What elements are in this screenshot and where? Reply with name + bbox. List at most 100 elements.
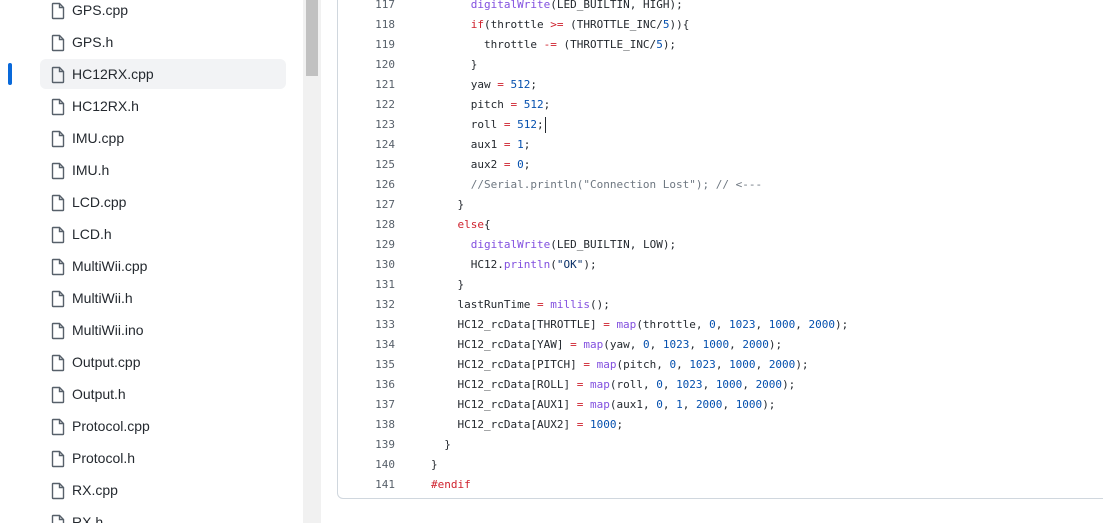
- file-item[interactable]: Protocol.h: [40, 443, 286, 473]
- file-icon: [51, 482, 65, 500]
- code-token: (: [550, 258, 557, 271]
- line-number[interactable]: 131: [338, 275, 395, 295]
- file-item[interactable]: RX.h: [40, 507, 286, 523]
- line-number[interactable]: 128: [338, 215, 395, 235]
- line-number[interactable]: 121: [338, 75, 395, 95]
- code-token: ,: [715, 318, 730, 331]
- file-item[interactable]: Output.cpp: [40, 347, 286, 377]
- line-number[interactable]: 119: [338, 35, 395, 55]
- code-token: ,: [662, 398, 677, 411]
- code-token: 1000: [702, 338, 730, 351]
- code-token: {: [484, 218, 491, 231]
- code-token: );: [795, 358, 809, 371]
- code-token: HC12_rcData[AUX2]: [431, 418, 577, 431]
- code-token: 512: [523, 98, 544, 111]
- code-token: ,: [649, 338, 663, 351]
- line-number[interactable]: 132: [338, 295, 395, 315]
- code-token: }: [431, 278, 465, 291]
- code-text: roll = 512;: [431, 115, 544, 135]
- code-token: 1000: [768, 318, 796, 331]
- code-text: else{: [431, 215, 491, 235]
- line-number[interactable]: 118: [338, 15, 395, 35]
- code-line: 135 HC12_rcData[PITCH] = map(pitch, 0, 1…: [338, 355, 1098, 375]
- code-token: =: [583, 358, 590, 371]
- file-icon: [51, 130, 65, 148]
- code-token: ,: [742, 378, 756, 391]
- code-line: 126 //Serial.println("Connection Lost");…: [338, 175, 1098, 195]
- file-item[interactable]: RX.cpp: [40, 475, 286, 505]
- scrollbar-thumb[interactable]: [306, 0, 318, 76]
- file-item[interactable]: LCD.cpp: [40, 187, 286, 217]
- file-item[interactable]: GPS.h: [40, 27, 286, 57]
- line-number[interactable]: 139: [338, 435, 395, 455]
- file-item[interactable]: MultiWii.h: [40, 283, 286, 313]
- code-token: throttle: [431, 38, 544, 51]
- code-text: lastRunTime = millis();: [431, 295, 609, 315]
- file-item[interactable]: HC12RX.cpp: [40, 59, 286, 89]
- code-token: 5: [656, 38, 663, 51]
- file-icon: [51, 354, 65, 372]
- line-number[interactable]: 123: [338, 115, 395, 135]
- code-token: =: [603, 318, 610, 331]
- code-line: 125 aux2 = 0;: [338, 155, 1098, 175]
- code-text: }: [431, 455, 438, 475]
- code-token: );: [762, 398, 776, 411]
- code-token: 2000: [768, 358, 796, 371]
- file-item[interactable]: Protocol.cpp: [40, 411, 286, 441]
- line-number[interactable]: 127: [338, 195, 395, 215]
- code-token: HC12.: [431, 258, 504, 271]
- line-number[interactable]: 134: [338, 335, 395, 355]
- line-number[interactable]: 126: [338, 175, 395, 195]
- code-token: HC12_rcData[PITCH]: [431, 358, 584, 371]
- line-number[interactable]: 138: [338, 415, 395, 435]
- code-token: ;: [543, 98, 551, 111]
- code-token: roll: [431, 118, 504, 131]
- code-token: 2000: [742, 338, 769, 351]
- code-token: =: [497, 78, 504, 91]
- code-token: 2000: [695, 398, 723, 411]
- code-token: HC12_rcData[THROTTLE]: [431, 318, 604, 331]
- line-number[interactable]: 130: [338, 255, 395, 275]
- code-text: }: [431, 435, 451, 455]
- code-token: );: [583, 258, 597, 271]
- file-item[interactable]: Output.h: [40, 379, 286, 409]
- line-number[interactable]: 133: [338, 315, 395, 335]
- file-item[interactable]: HC12RX.h: [40, 91, 286, 121]
- sidebar-scrollbar[interactable]: [303, 0, 321, 523]
- file-icon: [51, 450, 65, 468]
- file-item[interactable]: LCD.h: [40, 219, 286, 249]
- code-line: 140}: [338, 455, 1098, 475]
- code-token: digitalWrite: [470, 0, 551, 11]
- file-item[interactable]: GPS.cpp: [40, 0, 286, 25]
- line-number[interactable]: 125: [338, 155, 395, 175]
- code-token: (pitch,: [616, 358, 670, 371]
- code-token: (yaw,: [603, 338, 643, 351]
- line-number[interactable]: 124: [338, 135, 395, 155]
- line-number[interactable]: 129: [338, 235, 395, 255]
- line-number[interactable]: 140: [338, 455, 395, 475]
- line-number[interactable]: 122: [338, 95, 395, 115]
- file-item[interactable]: MultiWii.cpp: [40, 251, 286, 281]
- code-token: ,: [689, 338, 703, 351]
- file-item[interactable]: MultiWii.ino: [40, 315, 286, 345]
- file-item[interactable]: IMU.h: [40, 155, 286, 185]
- file-name: Protocol.cpp: [72, 418, 150, 434]
- line-number[interactable]: 120: [338, 55, 395, 75]
- line-number[interactable]: 135: [338, 355, 395, 375]
- code-token: ,: [702, 378, 716, 391]
- code-token: 2000: [808, 318, 836, 331]
- line-number[interactable]: 136: [338, 375, 395, 395]
- code-token: if: [470, 18, 484, 31]
- file-icon: [51, 322, 65, 340]
- code-line: 122 pitch = 512;: [338, 95, 1098, 115]
- code-text: yaw = 512;: [431, 75, 537, 95]
- code-line: 127 }: [338, 195, 1098, 215]
- line-number[interactable]: 141: [338, 475, 395, 495]
- file-item[interactable]: IMU.cpp: [40, 123, 286, 153]
- line-number[interactable]: 137: [338, 395, 395, 415]
- code-token: 2000: [755, 378, 783, 391]
- line-number[interactable]: 117: [338, 0, 395, 15]
